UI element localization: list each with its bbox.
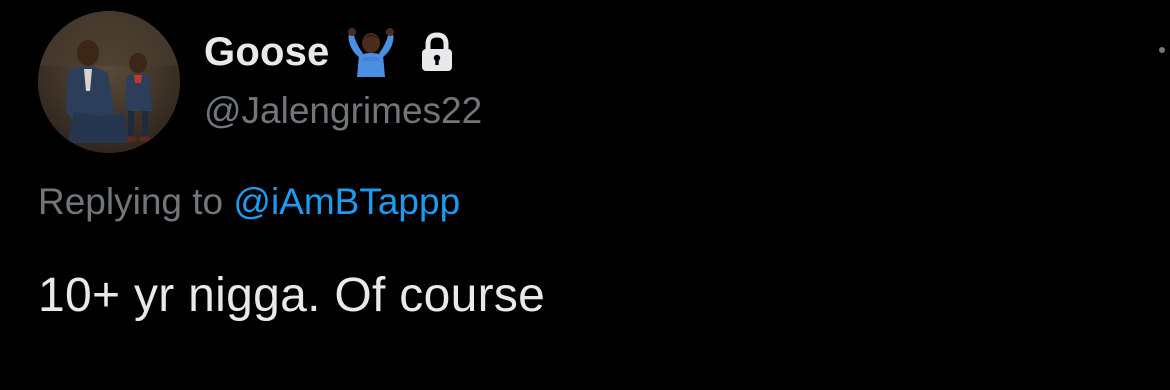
avatar-photo [38,11,180,153]
user-handle[interactable]: @Jalengrimes22 [204,90,482,132]
replying-to: Replying to @iAmBTappp [38,181,460,223]
more-options-icon[interactable] [1154,40,1170,60]
person-shrugging-emoji-icon [345,27,397,77]
tweet-header: Goose [204,24,455,80]
replying-to-link[interactable]: @iAmBTappp [233,181,460,222]
display-name[interactable]: Goose [204,30,329,75]
lock-icon [419,32,455,72]
tweet: Goose @Jalengrimes22 Replying to @iAmBTa… [0,0,1170,390]
tweet-text: 10+ yr nigga. Of course [38,269,546,322]
replying-to-label: Replying to [38,181,224,222]
avatar[interactable] [38,11,180,153]
